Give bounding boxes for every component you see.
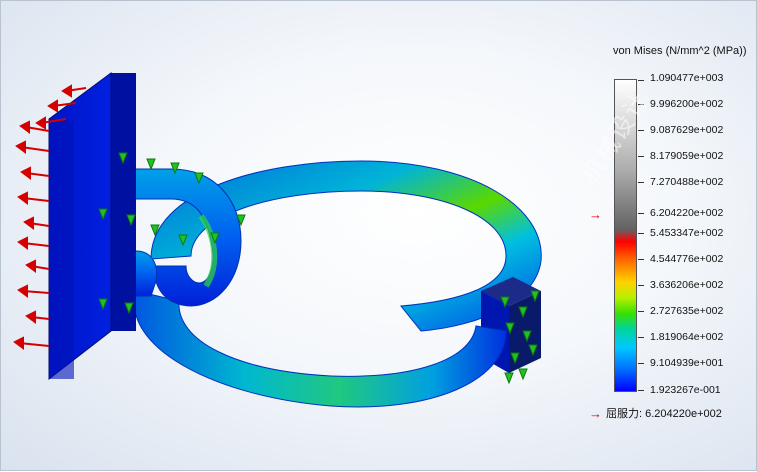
legend-label: 7.270488e+002: [650, 176, 724, 188]
legend-label: 4.544776e+002: [650, 253, 724, 265]
yield-strength-line: → 屈服力: 6.204220e+002: [589, 405, 722, 421]
legend-label: 1.819064e+002: [650, 331, 724, 343]
legend-label: 9.996200e+002: [650, 98, 724, 110]
yield-strength-label: 屈服力: 6.204220e+002: [606, 408, 722, 420]
colorbar-tick: [638, 390, 644, 391]
legend-label: 2.727635e+002: [650, 305, 724, 317]
legend-label: 5.453347e+002: [650, 227, 724, 239]
legend-label: 9.087629e+002: [650, 124, 724, 136]
yield-arrow-icon: →: [589, 405, 602, 421]
legend-label: 3.636206e+002: [650, 279, 724, 291]
colorbar-tick: [638, 213, 644, 214]
legend-label: 9.104939e+001: [650, 357, 724, 369]
colorbar-tick: [638, 233, 644, 234]
simulation-viewport[interactable]: von Mises (N/mm^2 (MPa)) 1.090477e+003 9…: [0, 0, 757, 471]
plate-side: [111, 73, 136, 331]
legend-label: 6.204220e+002: [650, 207, 724, 219]
colorbar-tick: [638, 259, 644, 260]
yield-marker-arrow-icon: →: [589, 207, 602, 222]
colorbar-tick: [638, 285, 644, 286]
colorbar-tick: [638, 156, 644, 157]
plate-edge: [49, 119, 74, 379]
colorbar-tick: [638, 337, 644, 338]
colorbar-tick: [638, 130, 644, 131]
legend-label: 1.923267e-001: [650, 384, 721, 396]
colorbar-tick: [638, 363, 644, 364]
colorbar-tick: [638, 311, 644, 312]
colorbar-tick: [638, 182, 644, 183]
legend-label: 8.179059e+002: [650, 150, 724, 162]
stress-plot-model[interactable]: [1, 1, 601, 472]
